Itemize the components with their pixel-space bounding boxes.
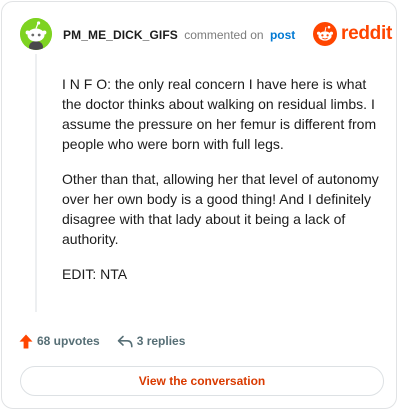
upvote-button[interactable]: 68 upvotes (19, 334, 100, 349)
snoo-avatar-icon (20, 18, 52, 50)
replies-count: 3 replies (136, 334, 186, 348)
comment-paragraph: I N F O: the only real concern I have he… (62, 76, 377, 152)
thread-line (35, 54, 37, 312)
comment-body: I N F O: the only real concern I have he… (62, 74, 384, 299)
user-avatar[interactable] (20, 18, 52, 50)
reddit-logo[interactable]: reddit (313, 21, 392, 47)
comment-paragraph: EDIT: NTA (62, 266, 128, 282)
comment-paragraph: Other than that, allowing her that level… (62, 171, 379, 247)
username-link[interactable]: PM_ME_DICK_GIFS (63, 28, 178, 42)
view-conversation-button[interactable]: View the conversation (20, 366, 384, 396)
reddit-logo-icon (313, 22, 337, 46)
reply-arrow-icon (117, 335, 133, 347)
comment-header: PM_ME_DICK_GIFS commented on post (63, 28, 295, 42)
embedded-comment-card: PM_ME_DICK_GIFS commented on post reddit… (1, 1, 397, 409)
post-link[interactable]: post (270, 28, 295, 42)
upvote-count: 68 upvotes (37, 334, 100, 348)
upvote-arrow-icon (19, 334, 33, 348)
replies-button[interactable]: 3 replies (117, 334, 186, 348)
reddit-wordmark: reddit (341, 23, 392, 44)
commented-on-text: commented on (184, 28, 264, 42)
comment-actions: 68 upvotes 3 replies (19, 332, 185, 350)
